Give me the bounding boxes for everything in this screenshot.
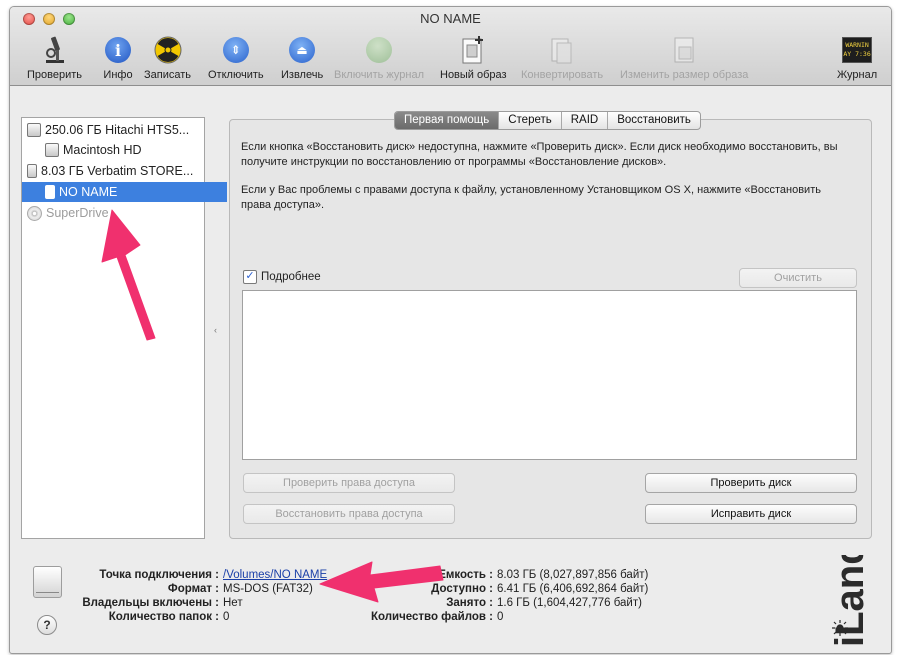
- sidebar-item-hitachi-disk[interactable]: 250.06 ГБ Hitachi HTS5...: [22, 120, 209, 140]
- permissions-help-text: Если у Вас проблемы с правами доступа к …: [241, 184, 821, 211]
- toolbar-label: Инфо: [103, 69, 133, 81]
- toolbar-label: Новый образ: [440, 69, 507, 81]
- toolbar-convert-button[interactable]: Конвертировать: [521, 35, 603, 81]
- sidebar-item-label: 250.06 ГБ Hitachi HTS5...: [45, 123, 190, 137]
- hard-disk-icon: [27, 123, 41, 137]
- info-icon: i: [103, 35, 133, 65]
- verify-disk-button[interactable]: Проверить диск: [645, 473, 857, 493]
- tab-restore[interactable]: Восстановить: [607, 112, 700, 129]
- used-value: 1.6 ГБ (1,604,427,776 байт): [497, 597, 642, 609]
- sidebar-item-label: 8.03 ГБ Verbatim STORE...: [41, 164, 194, 178]
- mount-point-link[interactable]: /Volumes/NO NAME: [223, 568, 327, 582]
- iland-watermark-logo: iLand: [828, 555, 872, 647]
- toolbar-label: Изменить размер образа: [620, 69, 749, 81]
- journal-enable-icon: [364, 35, 394, 65]
- toolbar-eject-button[interactable]: ⏏ Извлечь: [281, 35, 323, 81]
- folders-label: Количество папок :: [108, 611, 219, 623]
- tab-erase[interactable]: Стереть: [498, 112, 561, 129]
- help-button[interactable]: ?: [37, 615, 57, 635]
- sidebar-item-verbatim-disk[interactable]: 8.03 ГБ Verbatim STORE...: [22, 161, 209, 181]
- owners-value: Нет: [223, 597, 243, 609]
- available-value: 6.41 ГБ (6,406,692,864 байт): [497, 583, 649, 595]
- toolbar-burn-button[interactable]: Записать: [144, 35, 191, 81]
- owners-label: Владельцы включены :: [82, 597, 219, 609]
- log-icon: WARNIN AY 7:36: [842, 35, 873, 65]
- toolbar-log-button[interactable]: WARNIN AY 7:36 Журнал: [837, 35, 877, 81]
- files-value: 0: [497, 611, 504, 623]
- format-value: MS-DOS (FAT32): [223, 583, 313, 595]
- resize-image-icon: [669, 35, 699, 65]
- toolbar-label: Отключить: [208, 69, 264, 81]
- split-view-handle[interactable]: ‹: [214, 325, 217, 335]
- format-label: Формат :: [167, 583, 219, 595]
- available-label: Доступно :: [431, 583, 493, 595]
- toolbar-label: Извлечь: [281, 69, 324, 81]
- capacity-label: Емкость :: [438, 569, 493, 581]
- tab-bar: Первая помощь Стереть RAID Восстановить: [394, 111, 701, 130]
- toolbar-label: Проверить: [27, 69, 83, 81]
- repair-permissions-button[interactable]: Восстановить права доступа: [243, 504, 455, 524]
- toolbar-resize-image-button[interactable]: Изменить размер образа: [620, 35, 748, 81]
- mount-point-label: Точка подключения :: [99, 569, 219, 581]
- toolbar-label: Записать: [144, 69, 192, 81]
- capacity-value: 8.03 ГБ (8,027,897,856 байт): [497, 569, 649, 581]
- show-details-label: Подробнее: [261, 271, 321, 283]
- optical-disc-icon: [27, 205, 42, 221]
- convert-icon: [547, 35, 577, 65]
- sidebar-item-label: Macintosh HD: [63, 143, 142, 157]
- sidebar-item-label: NO NAME: [59, 185, 118, 199]
- sidebar-item-macintosh-hd[interactable]: Macintosh HD: [22, 140, 227, 160]
- files-label: Количество файлов :: [370, 611, 493, 623]
- verify-permissions-button[interactable]: Проверить права доступа: [243, 473, 455, 493]
- usb-disk-icon: [27, 164, 37, 178]
- disk-list-sidebar: 250.06 ГБ Hitachi HTS5... Macintosh HD 8…: [21, 117, 227, 539]
- eject-icon: ⏏: [287, 35, 317, 65]
- new-image-icon: [458, 35, 488, 65]
- folders-value: 0: [223, 611, 230, 623]
- microscope-icon: [40, 35, 70, 65]
- used-label: Занято :: [446, 597, 493, 609]
- log-icon-text: AY 7:36: [843, 50, 871, 58]
- toolbar-label: Конвертировать: [521, 69, 604, 81]
- sidebar-item-label: SuperDrive: [46, 206, 109, 220]
- checkmark-icon: ✓: [243, 270, 257, 284]
- tab-first-aid[interactable]: Первая помощь: [395, 112, 499, 129]
- tab-raid[interactable]: RAID: [560, 112, 607, 129]
- toolbar-label: Включить журнал: [334, 69, 424, 81]
- toolbar-verify-button[interactable]: Проверить: [27, 35, 82, 81]
- repair-disk-button[interactable]: Исправить диск: [645, 504, 857, 524]
- window-title: NO NAME: [420, 11, 481, 26]
- toolbar: NO NAME Проверить i Инфо Записать ⇕ Откл…: [10, 7, 891, 86]
- show-details-checkbox[interactable]: ✓ Подробнее: [243, 270, 321, 284]
- sidebar-item-superdrive[interactable]: SuperDrive: [22, 203, 209, 223]
- clear-history-button[interactable]: Очистить: [739, 268, 857, 288]
- burn-icon: [153, 35, 183, 65]
- toolbar-label: Журнал: [837, 69, 878, 81]
- volume-icon: [45, 143, 59, 157]
- disk-utility-window: NO NAME Проверить i Инфо Записать ⇕ Откл…: [9, 6, 892, 654]
- toolbar-info-button[interactable]: i Инфо: [103, 35, 133, 81]
- volume-icon: [45, 185, 55, 199]
- first-aid-help-text: Если кнопка «Восстановить диск» недоступ…: [241, 141, 838, 168]
- first-aid-log-area[interactable]: [242, 290, 857, 460]
- log-icon-text: WARNIN: [845, 41, 869, 49]
- unmount-icon: ⇕: [221, 35, 251, 65]
- toolbar-enable-journal-button[interactable]: Включить журнал: [334, 35, 424, 81]
- sidebar-item-no-name[interactable]: NO NAME: [22, 182, 227, 202]
- toolbar-unmount-button[interactable]: ⇕ Отключить: [208, 35, 264, 81]
- toolbar-new-image-button[interactable]: Новый образ: [440, 35, 507, 81]
